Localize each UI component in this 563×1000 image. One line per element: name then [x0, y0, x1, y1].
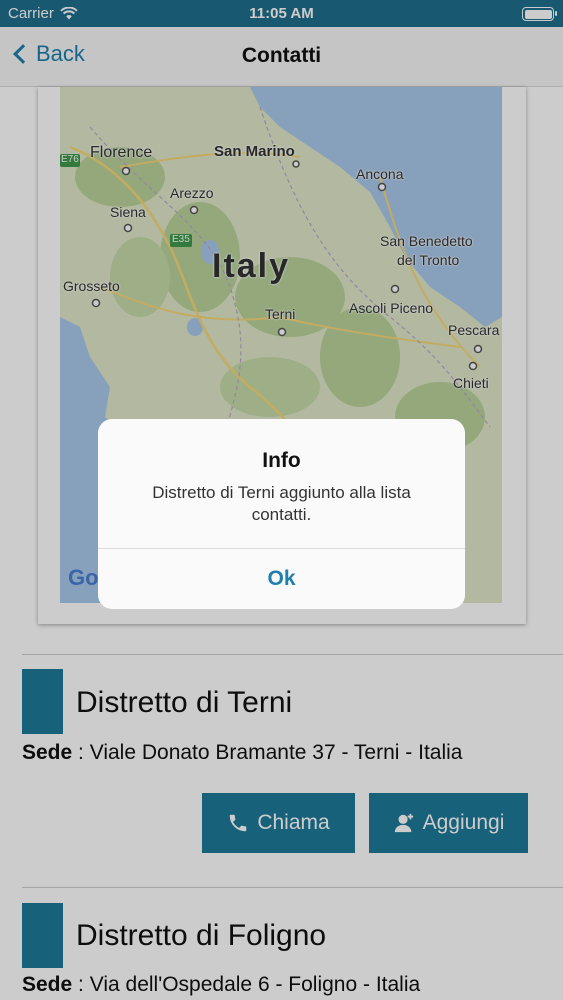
ok-button[interactable]: Ok — [98, 548, 465, 609]
info-alert: Info Distretto di Terni aggiunto alla li… — [98, 419, 465, 609]
alert-message: Distretto di Terni aggiunto alla lista c… — [152, 483, 411, 524]
alert-title: Info — [262, 449, 301, 472]
